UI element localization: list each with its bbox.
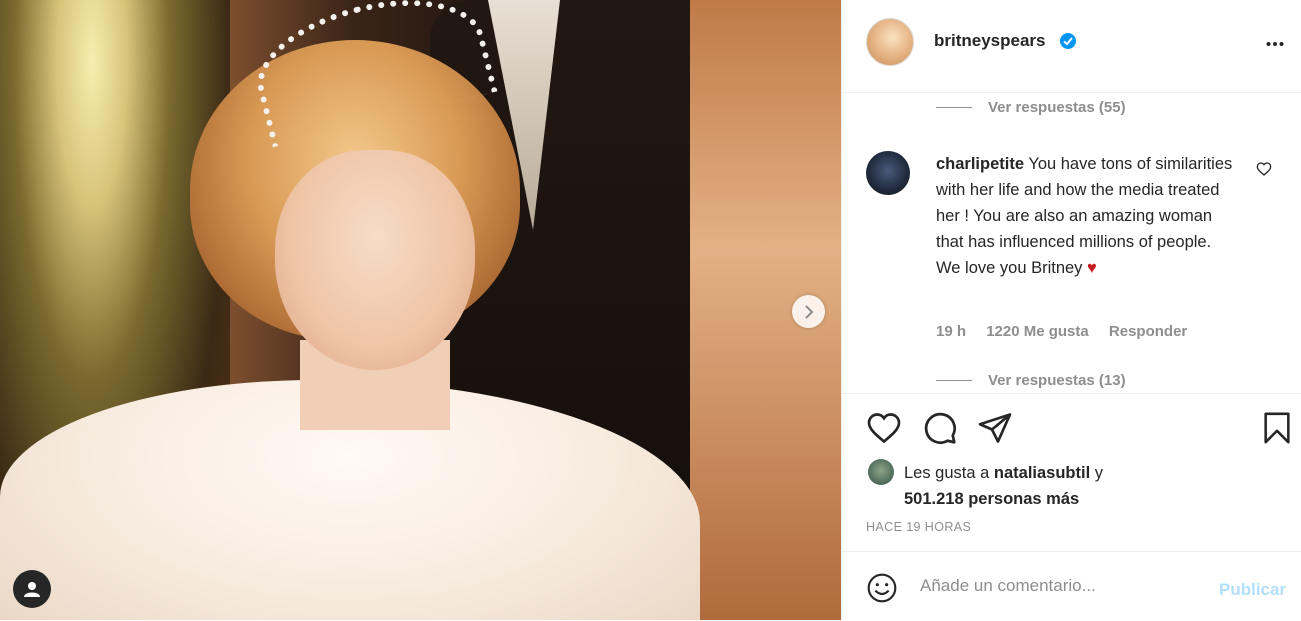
post-image[interactable] bbox=[0, 0, 841, 620]
heart-icon[interactable] bbox=[866, 410, 902, 446]
comment-icon[interactable] bbox=[922, 410, 958, 446]
likes-summary[interactable]: Les gusta a nataliasubtil y 501.218 pers… bbox=[904, 460, 1103, 512]
comment-body: You have tons of similarities with her l… bbox=[936, 155, 1233, 277]
comment-time[interactable]: 19 h bbox=[936, 323, 966, 340]
comment-likes[interactable]: 1220 Me gusta bbox=[986, 323, 1089, 340]
avatar[interactable] bbox=[866, 18, 914, 66]
reply-button[interactable]: Responder bbox=[1109, 323, 1187, 340]
post-actions: Les gusta a nataliasubtil y 501.218 pers… bbox=[842, 393, 1301, 552]
view-replies-button[interactable]: Ver respuestas (13) bbox=[936, 372, 1126, 389]
publish-button[interactable]: Publicar bbox=[1219, 580, 1286, 600]
comments-list[interactable]: Ver respuestas (55) charlipetite You hav… bbox=[842, 93, 1301, 393]
comment-like-icon[interactable] bbox=[1256, 161, 1272, 177]
verified-badge-icon bbox=[1060, 33, 1076, 49]
reply-dash bbox=[936, 380, 972, 381]
comment-input[interactable] bbox=[920, 576, 1200, 596]
comment-text: charlipetite You have tons of similariti… bbox=[936, 151, 1236, 281]
face bbox=[275, 150, 475, 370]
post-sidebar: britneyspears Ver respuestas (55) charli… bbox=[841, 0, 1301, 620]
chevron-right-icon bbox=[804, 304, 813, 319]
post-timestamp[interactable]: HACE 19 HORAS bbox=[866, 520, 971, 534]
comment-username[interactable]: charlipetite bbox=[936, 155, 1024, 173]
user-tag-icon bbox=[24, 582, 40, 597]
carousel-next-button[interactable] bbox=[792, 295, 825, 328]
comment-meta: 19 h 1220 Me gusta Responder bbox=[936, 323, 1203, 340]
likes-user[interactable]: nataliasubtil bbox=[994, 464, 1090, 482]
user-tag-button[interactable] bbox=[13, 570, 51, 608]
view-replies-label: Ver respuestas (55) bbox=[988, 99, 1126, 116]
post-header: britneyspears bbox=[842, 0, 1301, 93]
likes-count[interactable]: 501.218 personas más bbox=[904, 490, 1079, 508]
emoji-icon[interactable] bbox=[866, 572, 898, 604]
share-icon[interactable] bbox=[977, 410, 1013, 446]
red-heart-emoji: ♥ bbox=[1087, 259, 1097, 277]
likes-avatar[interactable] bbox=[868, 459, 894, 485]
more-options-button[interactable] bbox=[1266, 30, 1284, 53]
add-comment-bar: Publicar bbox=[842, 551, 1301, 621]
view-replies-label: Ver respuestas (13) bbox=[988, 372, 1126, 389]
comment-avatar[interactable] bbox=[866, 151, 910, 195]
bookmark-icon[interactable] bbox=[1260, 410, 1294, 446]
likes-conj: y bbox=[1094, 464, 1104, 482]
likes-prefix: Les gusta a bbox=[904, 464, 990, 482]
more-options-icon bbox=[1266, 42, 1284, 46]
view-replies-button[interactable]: Ver respuestas (55) bbox=[936, 99, 1126, 116]
reply-dash bbox=[936, 107, 972, 108]
username-link[interactable]: britneyspears bbox=[934, 31, 1046, 51]
